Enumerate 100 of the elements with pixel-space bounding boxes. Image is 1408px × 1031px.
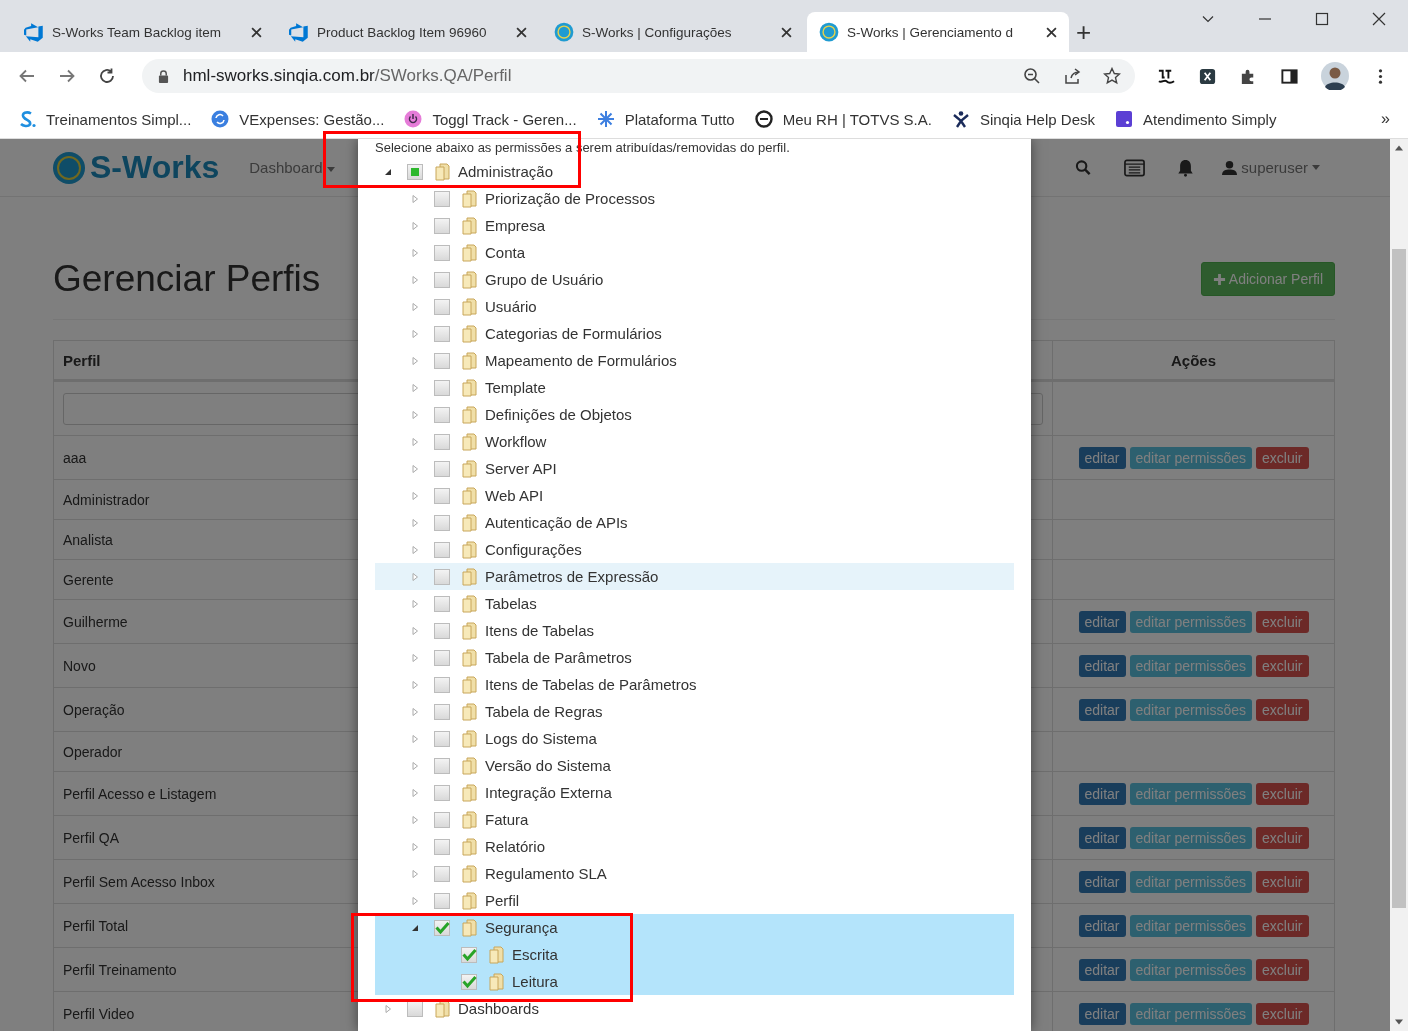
collapsed-triangle-icon[interactable] <box>410 328 420 339</box>
checkbox[interactable] <box>434 379 450 396</box>
collapsed-triangle-icon[interactable] <box>410 274 420 285</box>
tree-item[interactable]: Segurança <box>375 914 1014 941</box>
collapsed-triangle-icon[interactable] <box>410 436 420 447</box>
bookmark[interactable]: Plataforma Tutto <box>596 110 735 128</box>
tree-item[interactable]: Leitura <box>375 968 1014 995</box>
checkbox[interactable] <box>434 352 450 369</box>
collapsed-triangle-icon[interactable] <box>410 517 420 528</box>
browser-tab[interactable]: S-Works | Gerenciamento d <box>807 12 1069 52</box>
checkbox[interactable] <box>434 217 450 234</box>
checkbox[interactable] <box>434 892 450 909</box>
checked-checkbox[interactable] <box>461 946 477 963</box>
close-icon[interactable] <box>1046 26 1057 38</box>
tree-item[interactable]: Tabela de Regras <box>375 698 1014 725</box>
collapsed-triangle-icon[interactable] <box>410 571 420 582</box>
close-icon[interactable] <box>781 26 792 38</box>
tree-item[interactable]: Regulamento SLA <box>375 860 1014 887</box>
maximize-icon[interactable] <box>1315 12 1329 26</box>
tree-item[interactable]: Parâmetros de Expressão <box>375 563 1014 590</box>
checkbox[interactable] <box>434 460 450 477</box>
collapsed-triangle-icon[interactable] <box>410 193 420 204</box>
checkbox[interactable] <box>434 811 450 828</box>
checkbox[interactable] <box>434 703 450 720</box>
sidebar-icon[interactable] <box>1280 66 1299 86</box>
collapsed-triangle-icon[interactable] <box>410 247 420 258</box>
bookmark[interactable]: Meu RH | TOTVS S.A. <box>754 110 932 128</box>
bookmark[interactable]: Treinamentos Simpl... <box>18 110 192 128</box>
collapsed-triangle-icon[interactable] <box>410 301 420 312</box>
tree-item[interactable]: Integração Externa <box>375 779 1014 806</box>
checkbox[interactable] <box>434 784 450 801</box>
back-icon[interactable] <box>18 67 36 85</box>
collapsed-triangle-icon[interactable] <box>410 598 420 609</box>
checkbox[interactable] <box>434 757 450 774</box>
forward-icon[interactable] <box>58 67 76 85</box>
tree-item[interactable]: Administração <box>375 158 1014 185</box>
tree-item[interactable]: Usuário <box>375 293 1014 320</box>
browser-tab[interactable]: Product Backlog Item 96960 <box>277 12 539 52</box>
bookmark[interactable]: VExpenses: Gestão... <box>211 110 385 128</box>
checkbox[interactable] <box>434 271 450 288</box>
checked-checkbox[interactable] <box>461 973 477 990</box>
collapsed-triangle-icon[interactable] <box>410 841 420 852</box>
checkbox[interactable] <box>434 730 450 747</box>
browser-tab[interactable]: S-Works | Configurações <box>542 12 804 52</box>
checkbox[interactable] <box>434 622 450 639</box>
scroll-up-icon[interactable] <box>1394 145 1404 151</box>
tree-item[interactable]: Tabela de Parâmetros <box>375 644 1014 671</box>
tree-item[interactable]: Relatório <box>375 833 1014 860</box>
checkbox[interactable] <box>434 514 450 531</box>
checkbox[interactable] <box>434 595 450 612</box>
bookmark[interactable]: Sinqia Help Desk <box>951 110 1095 128</box>
tree-item[interactable]: Priorização de Processos <box>375 185 1014 212</box>
collapsed-triangle-icon[interactable] <box>410 463 420 474</box>
avatar-icon[interactable] <box>1321 62 1349 90</box>
collapsed-triangle-icon[interactable] <box>410 706 420 717</box>
browser-tab[interactable]: S-Works Team Backlog item <box>12 12 274 52</box>
collapsed-triangle-icon[interactable] <box>410 679 420 690</box>
tree-item[interactable]: Empresa <box>375 212 1014 239</box>
tree-item[interactable]: Definições de Objetos <box>375 401 1014 428</box>
close-icon[interactable] <box>251 26 262 38</box>
tree-item[interactable]: Escrita <box>375 941 1014 968</box>
share-icon[interactable] <box>1063 67 1081 85</box>
collapsed-triangle-icon[interactable] <box>410 355 420 366</box>
checkbox[interactable] <box>434 838 450 855</box>
collapsed-triangle-icon[interactable] <box>410 544 420 555</box>
bookmark[interactable]: Toggl Track - Geren... <box>404 110 577 128</box>
bookmark[interactable]: Atendimento Simply <box>1115 110 1277 128</box>
checkbox[interactable] <box>434 649 450 666</box>
collapsed-triangle-icon[interactable] <box>410 760 420 771</box>
tree-item[interactable]: Itens de Tabelas <box>375 617 1014 644</box>
scroll-down-icon[interactable] <box>1394 1019 1404 1025</box>
tree-item[interactable]: Conta <box>375 239 1014 266</box>
collapsed-triangle-icon[interactable] <box>410 787 420 798</box>
tree-item[interactable]: Mapeamento de Formulários <box>375 347 1014 374</box>
bell-icon[interactable] <box>1177 158 1195 177</box>
checkbox[interactable] <box>434 568 450 585</box>
collapsed-triangle-icon[interactable] <box>410 490 420 501</box>
checkbox[interactable] <box>434 865 450 882</box>
close-icon[interactable] <box>1372 12 1386 26</box>
checkbox[interactable] <box>434 541 450 558</box>
checkbox[interactable] <box>434 325 450 342</box>
collapsed-triangle-icon[interactable] <box>410 625 420 636</box>
checked-checkbox[interactable] <box>434 919 450 936</box>
new-tab-button[interactable]: + <box>1076 19 1092 45</box>
search-icon[interactable] <box>1075 158 1093 177</box>
tree-item[interactable]: Dashboards <box>375 995 1014 1022</box>
collapsed-triangle-icon[interactable] <box>383 1003 393 1014</box>
checkbox[interactable] <box>434 487 450 504</box>
tree-item[interactable]: Grupo de Usuário <box>375 266 1014 293</box>
close-icon[interactable] <box>516 26 527 38</box>
checkbox[interactable] <box>434 190 450 207</box>
extension-icon[interactable] <box>1198 66 1217 86</box>
reload-icon[interactable] <box>98 67 116 85</box>
collapsed-triangle-icon[interactable] <box>410 409 420 420</box>
scrollbar[interactable] <box>1390 139 1408 1031</box>
checkbox[interactable] <box>407 163 423 180</box>
tree-item[interactable]: Web API <box>375 482 1014 509</box>
collapsed-triangle-icon[interactable] <box>410 814 420 825</box>
address-bar[interactable]: hml-sworks.sinqia.com.br/SWorks.QA/Perfil <box>142 59 1135 93</box>
checkbox[interactable] <box>434 406 450 423</box>
